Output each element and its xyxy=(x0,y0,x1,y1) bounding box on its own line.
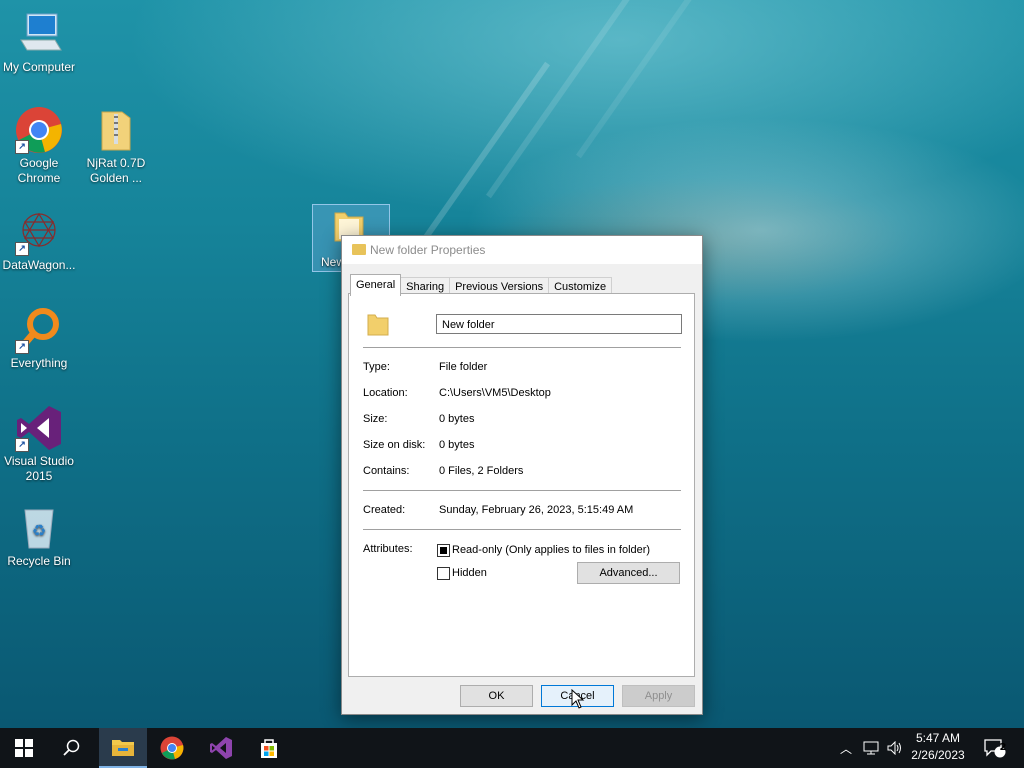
advanced-button[interactable]: Advanced... xyxy=(577,562,680,584)
shortcut-arrow-icon: ↗ xyxy=(15,140,29,154)
location-value: C:\Users\VM5\Desktop xyxy=(439,387,551,399)
created-value: Sunday, February 26, 2023, 5:15:49 AM xyxy=(439,504,634,516)
created-label: Created: xyxy=(363,504,406,516)
desktop-icon-label: Everything xyxy=(10,356,68,370)
desktop-icon-label: Chrome xyxy=(17,171,61,185)
chevron-up-icon: ︿ xyxy=(839,741,852,756)
chrome-icon xyxy=(160,736,184,760)
hidden-label: Hidden xyxy=(452,567,487,579)
size-on-disk-label: Size on disk: xyxy=(363,439,426,451)
file-explorer-icon xyxy=(112,740,134,756)
visual-studio-icon xyxy=(210,737,232,759)
taskbar: ︿ 5:47 AM 2/26/2023 2 xyxy=(0,728,1024,768)
desktop-icon-label: Google xyxy=(19,156,59,170)
folder-icon xyxy=(367,314,389,336)
zip-folder-icon xyxy=(92,106,140,154)
svg-text:♻: ♻ xyxy=(32,523,46,540)
size-value: 0 bytes xyxy=(439,413,475,425)
desktop-icon-datawagon[interactable]: ↗ DataWagon... xyxy=(0,208,79,273)
size-on-disk-value: 0 bytes xyxy=(439,439,475,451)
desktop-icon-recycle-bin[interactable]: ♻ Recycle Bin xyxy=(0,504,79,569)
dialog-title: New folder Properties xyxy=(370,243,486,257)
shortcut-arrow-icon: ↗ xyxy=(15,242,29,256)
network-button[interactable] xyxy=(860,728,882,768)
location-label: Location: xyxy=(363,387,408,399)
apply-button[interactable]: Apply xyxy=(622,685,695,707)
chrome-icon: ↗ xyxy=(15,106,63,154)
separator xyxy=(363,347,681,348)
mouse-cursor-icon xyxy=(571,689,585,709)
readonly-checkbox[interactable] xyxy=(437,544,450,557)
folder-name-input[interactable]: New folder xyxy=(436,314,682,334)
readonly-label: Read-only (Only applies to files in fold… xyxy=(452,544,651,556)
notification-count-badge: 2 xyxy=(999,742,1007,753)
folder-properties-dialog: New folder Properties General Sharing Prev… xyxy=(341,235,703,715)
desktop-icon-label: NjRat 0.7D xyxy=(86,156,146,170)
general-tab-panel: New folder Type: File folder Location: C… xyxy=(348,293,695,677)
size-label: Size: xyxy=(363,413,388,425)
desktop-icon-visual-studio[interactable]: ↗ Visual Studio 2015 xyxy=(0,404,79,484)
desktop-icon-label: Golden ... xyxy=(89,171,143,185)
dialog-titlebar[interactable]: New folder Properties xyxy=(342,236,702,264)
contains-value: 0 Files, 2 Folders xyxy=(439,465,524,477)
everything-search-icon: ↗ xyxy=(15,306,63,354)
taskbar-visual-studio[interactable] xyxy=(197,728,245,768)
search-button[interactable] xyxy=(48,728,96,768)
action-center-button[interactable]: 2 xyxy=(980,728,1010,768)
clock[interactable]: 5:47 AM 2/26/2023 xyxy=(900,730,976,764)
clock-date: 2/26/2023 xyxy=(911,748,965,762)
folder-icon xyxy=(352,244,366,255)
recycle-bin-icon: ♻ xyxy=(15,504,63,552)
visual-studio-icon: ↗ xyxy=(15,404,63,452)
attributes-label: Attributes: xyxy=(363,543,413,555)
desktop-icon-njrat[interactable]: NjRat 0.7D Golden ... xyxy=(76,106,156,186)
search-icon xyxy=(63,739,80,756)
light-ray xyxy=(575,0,731,159)
taskbar-chrome[interactable] xyxy=(148,728,196,768)
shortcut-arrow-icon: ↗ xyxy=(15,340,29,354)
start-button[interactable] xyxy=(0,728,48,768)
datawagon-icon: ↗ xyxy=(15,208,63,256)
desktop-icon-label: 2015 xyxy=(25,469,53,483)
clock-time: 5:47 AM xyxy=(915,731,961,745)
desktop-icon-my-computer[interactable]: My Computer xyxy=(0,10,79,75)
taskbar-store[interactable] xyxy=(245,728,293,768)
taskbar-file-explorer[interactable] xyxy=(99,728,147,768)
desktop-icon-everything[interactable]: ↗ Everything xyxy=(0,306,79,371)
tab-bar: General Sharing Previous Versions Customize xyxy=(350,274,613,296)
separator xyxy=(363,529,681,530)
shortcut-arrow-icon: ↗ xyxy=(15,438,29,452)
desktop-icon-label: Visual Studio xyxy=(4,454,74,468)
desktop-icon-label: Recycle Bin xyxy=(7,554,71,568)
type-label: Type: xyxy=(363,361,390,373)
ok-button[interactable]: OK xyxy=(460,685,533,707)
desktop-icon-label: My Computer xyxy=(2,60,76,74)
desktop-icon-label: DataWagon... xyxy=(2,258,76,272)
network-icon xyxy=(863,741,879,755)
tab-general[interactable]: General xyxy=(350,274,402,296)
show-hidden-icons-button[interactable]: ︿ xyxy=(836,728,856,768)
separator xyxy=(363,490,681,491)
type-value: File folder xyxy=(439,361,488,373)
desktop-icon-google-chrome[interactable]: ↗ Google Chrome xyxy=(0,106,79,186)
windows-logo-icon xyxy=(15,739,33,757)
computer-icon xyxy=(15,10,63,58)
contains-label: Contains: xyxy=(363,465,410,477)
hidden-checkbox[interactable] xyxy=(437,567,450,580)
store-icon xyxy=(261,739,277,758)
